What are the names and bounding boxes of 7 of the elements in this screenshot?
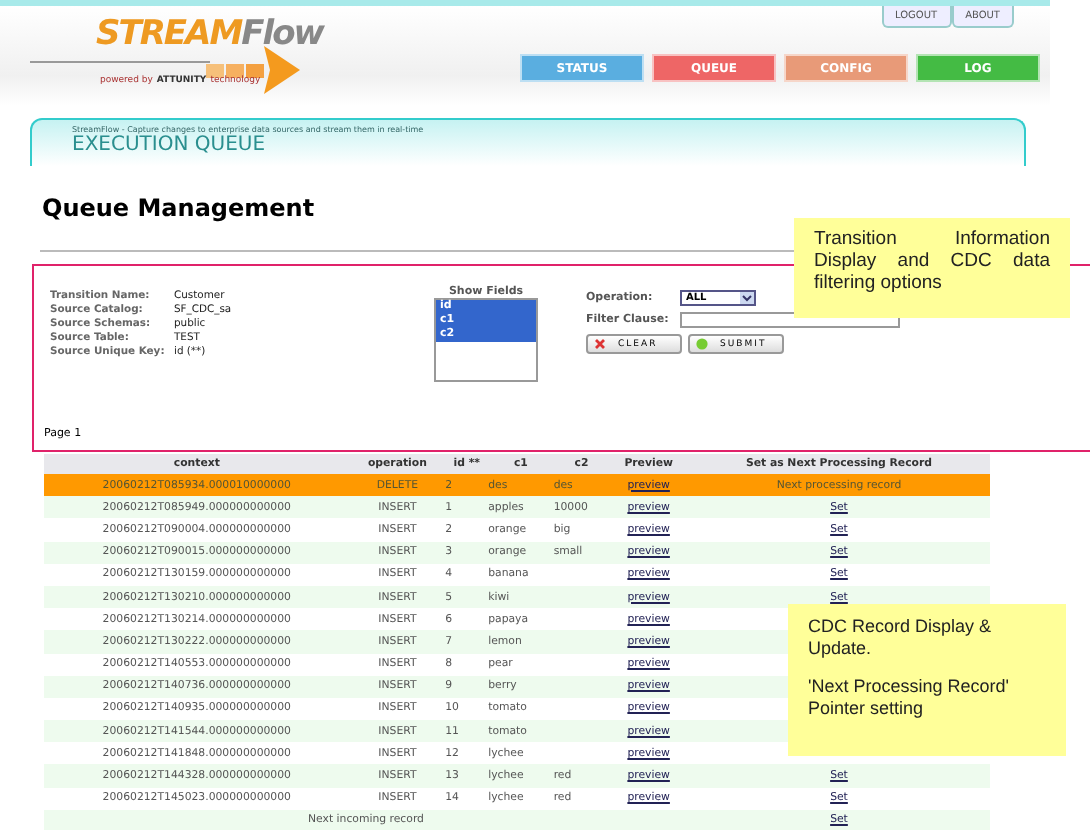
x-icon	[594, 338, 606, 350]
logo-text: Flow	[241, 14, 323, 54]
caret-icon	[740, 292, 754, 304]
banner-title: EXECUTION QUEUE	[72, 134, 268, 156]
callout-note: Transition Information Display and CDC data filtering options	[794, 218, 1070, 318]
logo-text: STREAM	[96, 14, 242, 54]
page-heading: Queue Management	[42, 194, 317, 226]
